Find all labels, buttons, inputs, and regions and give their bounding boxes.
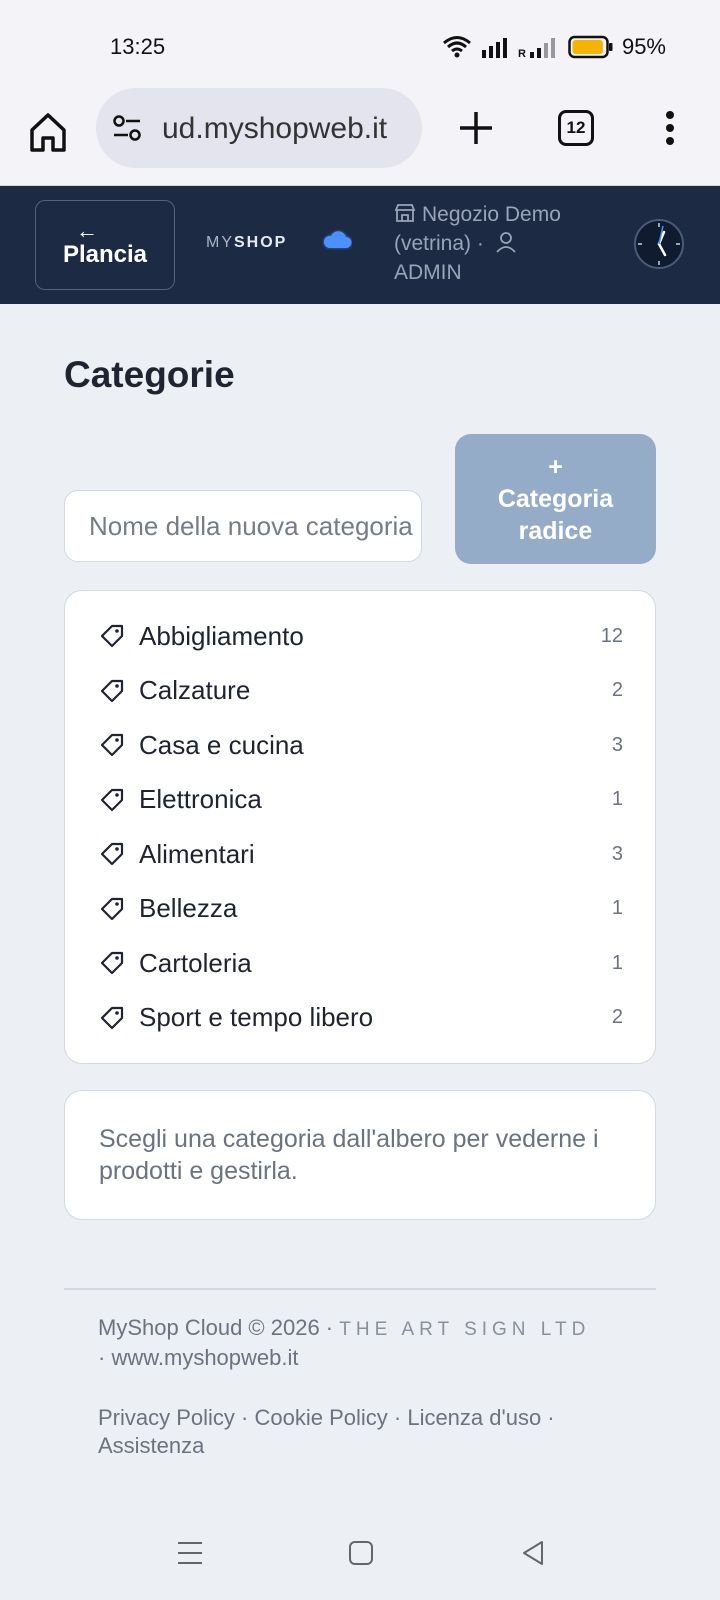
shop-name: Negozio Demo (vetrina) ·	[394, 203, 561, 255]
battery-percent: 95%	[621, 34, 666, 59]
footer: MyShop Cloud © 2026 · THE ART SIGN LTD ·…	[98, 1314, 638, 1460]
url-text[interactable]: ud.myshopweb.it	[162, 112, 387, 146]
site-settings-icon[interactable]	[112, 114, 142, 142]
category-count: 1	[611, 788, 623, 811]
category-count: 1	[611, 897, 623, 920]
add-root-category-label: Categoria radice	[497, 485, 614, 545]
user-icon	[496, 232, 516, 253]
system-nav-bar	[0, 1520, 720, 1600]
footer-copyright: MyShop Cloud © 2026 ·	[98, 1315, 334, 1340]
back-button-label: Plancia	[62, 241, 148, 268]
battery-icon	[568, 35, 613, 59]
signal-r-icon: R	[518, 38, 555, 58]
category-name: Casa e cucina	[139, 729, 304, 760]
add-root-category-button[interactable]: + Categoria radice	[455, 434, 656, 564]
category-item[interactable]: Calzature 2	[65, 664, 655, 719]
tag-icon	[100, 1006, 124, 1029]
back-to-dashboard-button[interactable]: ← Plancia	[35, 200, 175, 290]
category-count: 1	[611, 951, 623, 974]
category-count: 2	[611, 679, 623, 702]
category-count: 12	[600, 624, 623, 647]
back-arrow-icon: ←	[76, 218, 98, 243]
clock-icon[interactable]	[633, 218, 685, 270]
category-name: Cartoleria	[139, 947, 252, 978]
tag-icon	[100, 734, 124, 757]
new-tab-icon[interactable]	[458, 110, 494, 146]
category-item[interactable]: Alimentari 3	[65, 827, 655, 882]
tag-icon	[100, 843, 124, 866]
brand-logo: MYSHOP	[206, 234, 288, 251]
footer-link-license[interactable]: Licenza d'uso	[407, 1405, 541, 1430]
status-time: 13:25	[110, 34, 166, 59]
browser-toolbar: ud.myshopweb.it 12	[0, 88, 720, 186]
store-icon	[394, 204, 416, 222]
category-count: 3	[611, 733, 623, 756]
cloud-icon	[323, 231, 352, 248]
footer-link-cookie[interactable]: Cookie Policy	[254, 1405, 387, 1430]
category-count: 3	[611, 842, 623, 865]
home-icon[interactable]	[28, 110, 68, 154]
footer-company: THE ART SIGN LTD	[339, 1319, 591, 1340]
tag-icon	[100, 788, 124, 811]
wifi-icon	[442, 36, 471, 58]
user-role: ADMIN	[394, 261, 462, 284]
add-plus: +	[548, 453, 563, 481]
footer-links: Privacy Policy · Cookie Policy · Licenza…	[98, 1404, 638, 1460]
category-name: Sport e tempo libero	[139, 1002, 374, 1033]
category-item[interactable]: Cartoleria 1	[65, 936, 655, 991]
tag-icon	[100, 952, 124, 975]
category-name: Abbigliamento	[139, 620, 304, 651]
category-item[interactable]: Bellezza 1	[65, 882, 655, 937]
category-item[interactable]: Casa e cucina 3	[65, 718, 655, 773]
tabs-icon[interactable]: 12	[558, 110, 594, 146]
tag-icon	[100, 897, 124, 920]
footer-link-support[interactable]: Assistenza	[98, 1432, 638, 1460]
footer-link-privacy[interactable]: Privacy Policy	[98, 1405, 235, 1430]
recents-icon[interactable]	[176, 1540, 204, 1566]
category-name: Elettronica	[139, 784, 262, 815]
category-item[interactable]: Elettronica 1	[65, 773, 655, 828]
footer-divider	[64, 1288, 656, 1290]
app-header: ← Plancia MYSHOP Negozio Demo (vetrina) …	[0, 186, 720, 304]
footer-website[interactable]: · www.myshopweb.it	[98, 1344, 638, 1372]
tag-icon	[100, 625, 124, 648]
category-item[interactable]: Sport e tempo libero 2	[65, 991, 655, 1046]
url-bar[interactable]: ud.myshopweb.it	[96, 88, 422, 168]
shop-info: Negozio Demo (vetrina) · ADMIN	[394, 200, 604, 287]
new-category-input[interactable]	[64, 490, 422, 562]
svg-text:R: R	[518, 48, 526, 58]
home-square-icon[interactable]	[348, 1540, 374, 1566]
tag-icon	[100, 679, 124, 702]
signal-icon	[481, 38, 507, 58]
category-name: Calzature	[139, 675, 251, 706]
hint-card: Scegli una categoria dall'albero per ved…	[64, 1090, 656, 1220]
status-bar: 13:25 R 95%	[0, 0, 720, 90]
more-vert-icon[interactable]	[664, 110, 676, 146]
page-title: Categorie	[64, 354, 235, 395]
tabs-count: 12	[566, 118, 586, 137]
category-name: Bellezza	[139, 893, 238, 924]
back-triangle-icon[interactable]	[520, 1540, 546, 1566]
category-count: 2	[611, 1006, 623, 1029]
category-name: Alimentari	[139, 838, 255, 869]
hint-text: Scegli una categoria dall'albero per ved…	[99, 1125, 599, 1185]
category-item[interactable]: Abbigliamento 12	[65, 609, 655, 664]
category-tree: Abbigliamento 12 Calzature 2 Casa e cucina 3 E…	[64, 590, 656, 1064]
